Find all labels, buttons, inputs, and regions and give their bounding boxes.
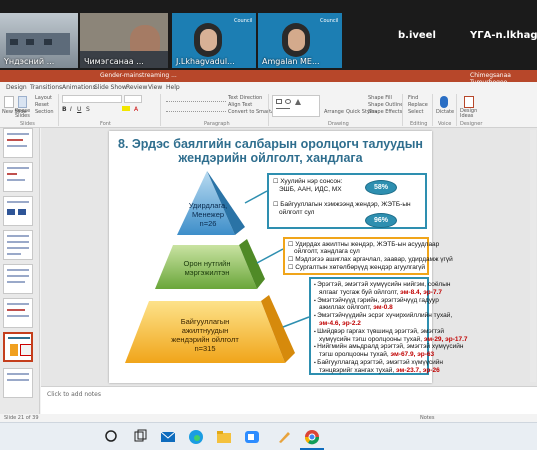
convert-smartart-button[interactable]: Convert to SmartArt bbox=[228, 109, 279, 115]
group-voice-label: Voice bbox=[438, 121, 452, 127]
participant-name: Amgalan ME... bbox=[262, 57, 320, 66]
notes-toggle[interactable]: Notes bbox=[420, 415, 434, 421]
paragraph-align-buttons[interactable] bbox=[166, 106, 226, 112]
slide-thumbnail-active[interactable] bbox=[3, 332, 33, 362]
shapes-gallery[interactable] bbox=[272, 95, 320, 117]
tab-animations[interactable]: Animations bbox=[62, 84, 96, 91]
section-button[interactable]: Section bbox=[35, 109, 54, 115]
tier-top-label: Удирдлага, Менежер n=26 bbox=[188, 201, 228, 228]
slide-canvas[interactable]: 8. Эрдэс баялгийн салбарын оролцогч талу… bbox=[109, 131, 468, 383]
text-direction-button[interactable]: Text Direction bbox=[228, 95, 262, 101]
arrange-button[interactable]: Arrange bbox=[324, 109, 344, 115]
dictate-button[interactable]: Dictate bbox=[436, 109, 454, 115]
reuse-slides-icon[interactable] bbox=[18, 96, 27, 108]
zoom-icon[interactable] bbox=[244, 429, 260, 445]
percentage-badge: 58% bbox=[365, 180, 397, 195]
microphone-icon[interactable] bbox=[440, 96, 448, 108]
bottom-tier-findings-box: ▪ Эрэгтэй, эмэгтэй хүмүүсийн нийгэм, соё… bbox=[309, 277, 468, 375]
chrome-icon[interactable] bbox=[304, 429, 320, 445]
font-format-buttons[interactable]: B I U S A bbox=[62, 106, 152, 113]
participant-name-tile[interactable]: ҮГА-n.lkhagvak bbox=[470, 30, 537, 41]
finding-line: ялгааг тусгаж буй ойлголт, эм-8.4, эр-7.… bbox=[319, 288, 442, 296]
font-name-box[interactable] bbox=[62, 95, 122, 103]
doc-title: Gender-mainstreaming ... bbox=[100, 72, 177, 79]
app-title-bar: Gender-mainstreaming ... Chimegsanaa Tum… bbox=[0, 70, 537, 86]
find-button[interactable]: Find bbox=[408, 95, 418, 101]
slide-thumbnail[interactable] bbox=[3, 128, 33, 158]
slide-thumbnail[interactable] bbox=[3, 298, 33, 328]
tab-transitions[interactable]: Transitions bbox=[30, 84, 62, 91]
participant-tile[interactable]: Үндэсний ... bbox=[0, 13, 78, 68]
reuse-slides-button[interactable]: Reuse Slides bbox=[15, 109, 31, 119]
paragraph-list-buttons[interactable] bbox=[166, 96, 226, 102]
vertical-scrollbar[interactable] bbox=[530, 130, 536, 382]
participant-tile[interactable]: Чимэгсанаа ... bbox=[80, 13, 168, 68]
edge-browser-icon[interactable] bbox=[188, 429, 204, 445]
new-slide-icon[interactable] bbox=[4, 96, 14, 108]
logo-text: Council bbox=[234, 18, 253, 24]
participant-name: Үндэсний ... bbox=[4, 57, 55, 66]
group-paragraph-label: Paragraph bbox=[204, 121, 230, 127]
finding-line: тэгш оролцооны тухай, эм-67.9, эр-63 bbox=[319, 351, 435, 359]
notes-placeholder[interactable]: Click to add notes bbox=[47, 391, 101, 398]
replace-button[interactable]: Replace bbox=[408, 102, 428, 108]
paint-icon[interactable] bbox=[276, 429, 292, 445]
group-drawing-label: Drawing bbox=[328, 121, 349, 127]
tab-slide-show[interactable]: Slide Show bbox=[94, 84, 127, 91]
task-view-icon[interactable] bbox=[132, 429, 148, 445]
participant-name: Чимэгсанаа ... bbox=[84, 57, 144, 66]
slide-thumbnail[interactable] bbox=[3, 196, 33, 226]
participant-name-tile[interactable]: b.iveel bbox=[398, 30, 436, 41]
group-designer-label: Designer bbox=[460, 121, 483, 127]
tier-middle-label: Орон нутгийн мэргэжилтэн bbox=[183, 259, 231, 277]
slide-thumbnail[interactable] bbox=[3, 264, 33, 294]
font-size-box[interactable] bbox=[124, 95, 142, 103]
participant-tile[interactable]: Council J.Lkhagvadul... bbox=[172, 13, 256, 68]
tab-review[interactable]: Review bbox=[126, 84, 147, 91]
file-explorer-icon[interactable] bbox=[216, 429, 232, 445]
windows-taskbar bbox=[0, 422, 537, 450]
status-bar: Slide 21 of 39 Notes bbox=[0, 414, 537, 422]
tab-view[interactable]: View bbox=[148, 84, 162, 91]
design-ideas-icon[interactable] bbox=[464, 96, 474, 108]
slide-thumbnails-panel[interactable] bbox=[0, 128, 40, 418]
finding-line: тэнцвэрийг хангах тухай, эм-23.7, эр-26 bbox=[319, 366, 440, 374]
group-slides-label: Slides bbox=[20, 121, 35, 127]
shape-effects-button[interactable]: Shape Effects bbox=[368, 109, 402, 115]
mail-icon[interactable] bbox=[160, 429, 176, 445]
video-strip: Үндэсний ... Чимэгсанаа ... Council J.Lk… bbox=[0, 0, 537, 70]
slide-thumbnail[interactable] bbox=[3, 368, 33, 398]
ribbon: New Slide Reuse Slides Layout Reset Sect… bbox=[0, 92, 537, 128]
tab-help[interactable]: Help bbox=[166, 84, 180, 91]
tab-design[interactable]: Design bbox=[6, 84, 27, 91]
tier-bottom-label: Байгууллагын ажилтнуудын жендэрийн ойлго… bbox=[171, 317, 239, 353]
layout-button[interactable]: Layout bbox=[35, 95, 52, 101]
screen: Үндэсний ... Чимэгсанаа ... Council J.Lk… bbox=[0, 0, 537, 450]
participant-name: J.Lkhagvadul... bbox=[176, 57, 235, 66]
logo-text: Council bbox=[320, 18, 339, 24]
slide-thumbnail[interactable] bbox=[3, 162, 33, 192]
reset-button[interactable]: Reset bbox=[35, 102, 49, 108]
select-button[interactable]: Select bbox=[408, 109, 423, 115]
group-editing-label: Editing bbox=[410, 121, 428, 127]
align-text-button[interactable]: Align Text bbox=[228, 102, 252, 108]
slide-thumbnail[interactable] bbox=[3, 230, 33, 260]
shape-outline-button[interactable]: Shape Outline bbox=[368, 102, 403, 108]
middle-tier-findings-box: ☐ Удирдах ажилтны жендэр, ЖЭТБ-ын асуудл… bbox=[283, 237, 453, 275]
group-font-label: Font bbox=[100, 121, 111, 127]
percentage-badge: 96% bbox=[365, 213, 397, 228]
ribbon-tabs: Design Transitions Animations Slide Show… bbox=[0, 82, 537, 92]
search-icon[interactable] bbox=[104, 429, 120, 445]
notes-pane[interactable]: Click to add notes bbox=[41, 386, 537, 414]
top-tier-findings-box: ☐ Хуулийн нэр сонсон: ЭШБ, ААН, ИДС, МХ … bbox=[267, 173, 427, 229]
participant-tile[interactable]: Council Amgalan ME... bbox=[258, 13, 342, 68]
finding-line: ажиллах ойлголт, эм-0.8 bbox=[319, 304, 393, 312]
slide-counter: Slide 21 of 39 bbox=[4, 415, 39, 421]
finding-line: эм-4.6, эр-2.2 bbox=[319, 320, 361, 327]
design-ideas-button[interactable]: Design Ideas bbox=[460, 109, 480, 119]
shape-fill-button[interactable]: Shape Fill bbox=[368, 95, 392, 101]
